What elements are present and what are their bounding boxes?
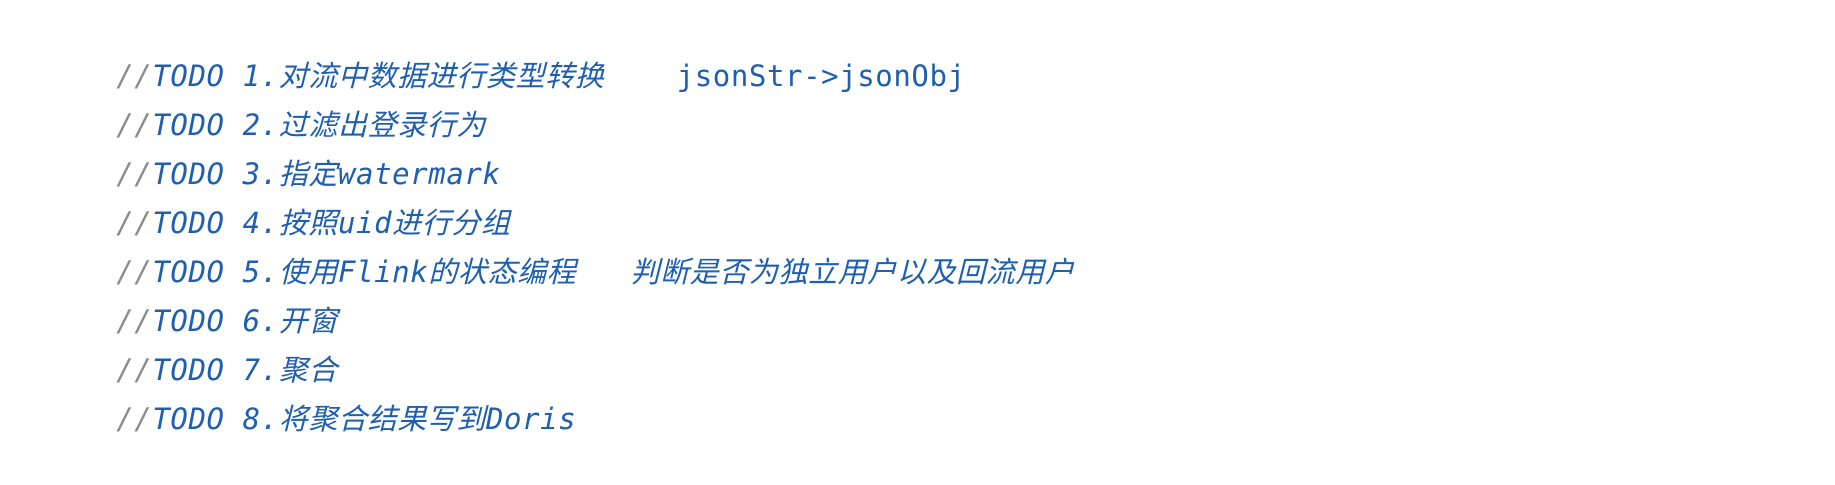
todo-comment-line-8[interactable]: //TODO 8.将聚合结果写到Doris [44,353,576,436]
todo-comment-text: TODO 8.将聚合结果写到Doris [152,402,577,436]
todo-comment-line-7[interactable]: //TODO 7.聚合 [44,304,338,387]
todo-comment-line-3[interactable]: //TODO 3.指定watermark [44,108,501,191]
code-editor[interactable]: //TODO 1.对流中数据进行类型转换 jsonStr->jsonObj //… [0,0,1835,481]
comment-slashes: // [116,402,153,436]
inline-code-snippet: jsonStr->jsonObj [676,59,966,93]
code-spacer [604,59,676,93]
todo-comment-line-6[interactable]: //TODO 6.开窗 [44,255,338,338]
todo-comment-line-4[interactable]: //TODO 4.按照uid进行分组 [44,157,511,240]
todo-comment-line-5[interactable]: //TODO 5.使用Flink的状态编程 判断是否为独立用户以及回流用户 [44,206,1074,289]
todo-comment-line-2[interactable]: //TODO 2.过滤出登录行为 [44,59,486,142]
todo-comment-line-1[interactable]: //TODO 1.对流中数据进行类型转换 jsonStr->jsonObj [44,10,966,93]
